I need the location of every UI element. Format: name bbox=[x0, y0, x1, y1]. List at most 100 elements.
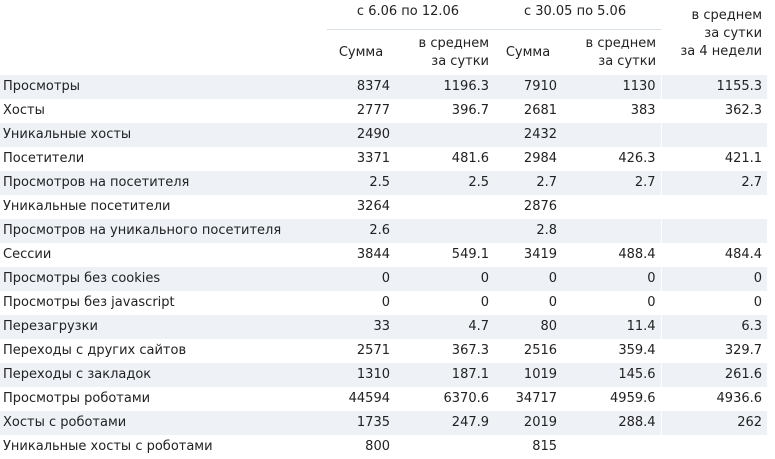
period-1-avg-cell: 247.9 bbox=[395, 411, 495, 435]
table-row: Уникальные хосты 2490 2432 bbox=[0, 123, 768, 147]
row-label: Просмотры роботами bbox=[0, 387, 327, 411]
period-2-sum-cell: 0 bbox=[494, 291, 563, 315]
row-label: Просмотров на уникального посетителя bbox=[0, 219, 327, 243]
corner-cell-lower bbox=[0, 30, 327, 76]
period-2-avg-cell bbox=[562, 219, 662, 243]
period-2-sum-cell: 80 bbox=[494, 315, 563, 339]
avg-4-weeks-cell: 2.7 bbox=[660, 171, 768, 195]
avg-4-weeks-cell bbox=[660, 219, 768, 243]
table-row: Просмотры 8374 1196.3 7910 1130 1155.3 bbox=[0, 75, 768, 99]
period-1-avg-cell: 187.1 bbox=[395, 363, 495, 387]
row-label: Хосты с роботами bbox=[0, 411, 327, 435]
period-2-avg-cell: 2.7 bbox=[562, 171, 662, 195]
period-2-header: с 30.05 по 5.06 bbox=[494, 0, 662, 30]
sub-header-row: Сумма в среднем за сутки Сумма в среднем… bbox=[0, 30, 767, 76]
period-1-avg-cell: 367.3 bbox=[395, 339, 495, 363]
period-1-sum-cell: 2490 bbox=[327, 123, 395, 147]
period-2-avg-header: в среднем за сутки bbox=[562, 30, 661, 76]
table-row: Просмотры без javascript 0 0 0 0 0 bbox=[0, 291, 768, 315]
period-2-avg-cell: 4959.6 bbox=[562, 387, 662, 411]
period-1-sum-cell: 1735 bbox=[327, 411, 395, 435]
period-2-avg-cell: 0 bbox=[562, 291, 662, 315]
period-2-avg-cell: 0 bbox=[562, 267, 662, 291]
period-2-avg-header-line1: в среднем bbox=[585, 35, 657, 51]
period-1-avg-cell bbox=[395, 123, 495, 147]
table-row: Переходы с закладок 1310 187.1 1019 145.6 261… bbox=[0, 363, 768, 387]
avg-4-weeks-cell: 421.1 bbox=[660, 147, 768, 171]
period-1-avg-header-line2: за сутки bbox=[431, 53, 490, 69]
period-1-sum-cell: 33 bbox=[327, 315, 395, 339]
avg-4-weeks-cell: 329.7 bbox=[660, 339, 768, 363]
period-1-sum-cell: 1310 bbox=[327, 363, 395, 387]
table-row: Перезагрузки 33 4.7 80 11.4 6.3 bbox=[0, 315, 768, 339]
period-1-sum-header: Сумма bbox=[338, 44, 384, 60]
table-row: Сессии 3844 549.1 3419 488.4 484.4 bbox=[0, 243, 768, 267]
period-2-sum-cell: 0 bbox=[494, 267, 563, 291]
period-1-avg-cell: 549.1 bbox=[395, 243, 495, 267]
period-2-sum-cell: 7910 bbox=[494, 75, 563, 99]
period-1-avg-cell: 481.6 bbox=[395, 147, 495, 171]
table-row: Хосты с роботами 1735 247.9 2019 288.4 262 bbox=[0, 411, 768, 435]
avg-4-weeks-cell: 261.6 bbox=[660, 363, 768, 387]
table-row: Просмотров на посетителя 2.5 2.5 2.7 2.7 2.7 bbox=[0, 171, 768, 195]
period-1-sum-cell: 2.5 bbox=[327, 171, 395, 195]
period-1-avg-cell: 6370.6 bbox=[395, 387, 495, 411]
avg-4-weeks-cell: 4936.6 bbox=[660, 387, 768, 411]
period-2-avg-cell: 11.4 bbox=[562, 315, 662, 339]
period-2-sum-cell: 2984 bbox=[494, 147, 563, 171]
period-2-avg-cell bbox=[562, 123, 662, 147]
stats-body: Просмотры 8374 1196.3 7910 1130 1155.3 Хосты 27… bbox=[0, 75, 768, 459]
avg-4-weeks-header-line2: за сутки bbox=[704, 26, 763, 41]
period-1-sum-cell: 2571 bbox=[327, 339, 395, 363]
period-1-sum-cell: 44594 bbox=[327, 387, 395, 411]
period-2-sum-cell: 2.7 bbox=[494, 171, 563, 195]
corner-cell bbox=[0, 0, 327, 30]
table-row: Переходы с других сайтов 2571 367.3 2516 359… bbox=[0, 339, 768, 363]
period-header-row: с 6.06 по 12.06 с 30.05 по 5.06 в средне… bbox=[0, 0, 767, 59]
row-label: Уникальные хосты bbox=[0, 123, 327, 147]
avg-4-weeks-cell bbox=[660, 435, 768, 459]
row-label: Сессии bbox=[0, 243, 327, 267]
period-2-avg-cell bbox=[562, 195, 662, 219]
avg-4-weeks-cell: 484.4 bbox=[660, 243, 768, 267]
period-1-avg-cell bbox=[395, 219, 495, 243]
row-label: Просмотры без javascript bbox=[0, 291, 327, 315]
period-1-avg-cell: 396.7 bbox=[395, 99, 495, 123]
period-1-sum-cell: 0 bbox=[327, 267, 395, 291]
period-1-sum-cell: 3844 bbox=[327, 243, 395, 267]
avg-4-weeks-cell: 1155.3 bbox=[660, 75, 768, 99]
period-2-sum-cell: 2516 bbox=[494, 339, 563, 363]
period-2-sum-cell: 3419 bbox=[494, 243, 563, 267]
period-2-sum-cell: 815 bbox=[494, 435, 563, 459]
avg-4-weeks-cell: 0 bbox=[660, 291, 768, 315]
period-1-sum-cell: 2777 bbox=[327, 99, 395, 123]
period-2-avg-cell: 359.4 bbox=[562, 339, 662, 363]
period-2-sum-header: Сумма bbox=[505, 44, 551, 60]
period-1-header: с 6.06 по 12.06 bbox=[327, 0, 495, 30]
period-2-avg-cell: 383 bbox=[562, 99, 662, 123]
period-2-sum-cell: 2681 bbox=[494, 99, 563, 123]
row-label: Просмотры без cookies bbox=[0, 267, 327, 291]
table-row: Просмотры роботами 44594 6370.6 34717 4959.6… bbox=[0, 387, 768, 411]
period-2-sum-cell: 2019 bbox=[494, 411, 563, 435]
period-1-sum-cell: 3264 bbox=[327, 195, 395, 219]
period-1-avg-cell bbox=[395, 195, 495, 219]
avg-4-weeks-header-line1: в среднем bbox=[691, 8, 763, 23]
period-2-avg-cell: 1130 bbox=[562, 75, 662, 99]
period-1-sum-cell: 8374 bbox=[327, 75, 395, 99]
period-1-avg-header-line1: в среднем bbox=[418, 35, 490, 51]
row-label: Уникальные посетители bbox=[0, 195, 327, 219]
table-row: Просмотров на уникального посетителя 2.6 2… bbox=[0, 219, 768, 243]
avg-4-weeks-header-line3: за 4 недели bbox=[680, 44, 763, 59]
avg-4-weeks-cell: 0 bbox=[660, 267, 768, 291]
avg-4-weeks-cell bbox=[660, 195, 768, 219]
period-1-avg-cell: 0 bbox=[395, 291, 495, 315]
table-row: Хосты 2777 396.7 2681 383 362.3 bbox=[0, 99, 768, 123]
period-2-avg-cell: 426.3 bbox=[562, 147, 662, 171]
period-2-avg-cell: 488.4 bbox=[562, 243, 662, 267]
avg-4-weeks-header: в среднем за сутки за 4 недели bbox=[661, 0, 767, 75]
period-1-avg-cell: 4.7 bbox=[395, 315, 495, 339]
table-row: Уникальные посетители 3264 2876 bbox=[0, 195, 768, 219]
row-label: Хосты bbox=[0, 99, 327, 123]
period-2-avg-cell bbox=[562, 435, 662, 459]
